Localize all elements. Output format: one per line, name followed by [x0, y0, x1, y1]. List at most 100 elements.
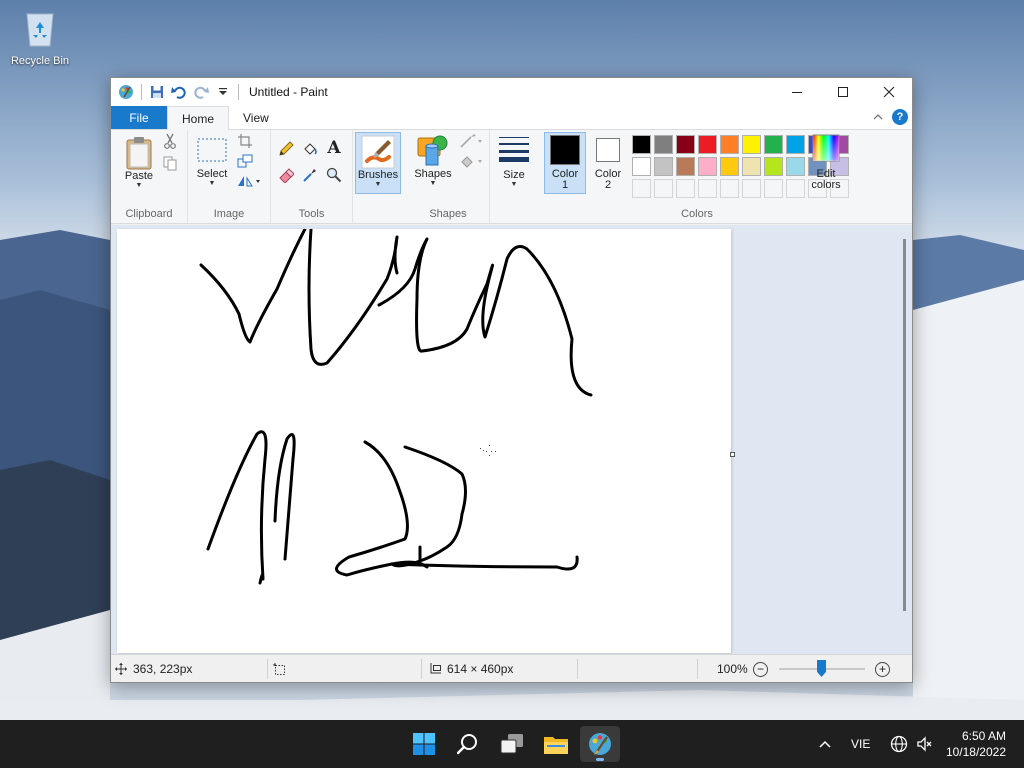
custom-color-slot[interactable]: [632, 179, 651, 198]
file-explorer-button[interactable]: [536, 726, 576, 762]
shapes-button[interactable]: Shapes ▼: [411, 134, 455, 188]
color2-button[interactable]: Color 2: [588, 134, 628, 191]
help-button[interactable]: ?: [892, 109, 908, 125]
custom-color-slot[interactable]: [764, 179, 783, 198]
vertical-scrollbar[interactable]: [903, 239, 906, 611]
start-button[interactable]: [404, 726, 444, 762]
custom-color-slot[interactable]: [676, 179, 695, 198]
image-size: 614 × 460px: [429, 655, 513, 683]
zoom-slider-thumb[interactable]: [817, 660, 826, 677]
group-tools: A Tools: [271, 130, 353, 223]
cut-icon[interactable]: [161, 132, 179, 150]
group-image: Select ▼ Image: [188, 130, 271, 223]
color-swatch[interactable]: [720, 157, 739, 176]
color-swatch[interactable]: [632, 157, 651, 176]
color-swatch[interactable]: [764, 157, 783, 176]
eraser-icon[interactable]: [277, 166, 295, 184]
color-swatch[interactable]: [698, 135, 717, 154]
zoom-out-button[interactable]: −: [753, 655, 768, 683]
custom-color-slot[interactable]: [720, 179, 739, 198]
zoom-in-button[interactable]: +: [875, 655, 890, 683]
status-divider: [267, 659, 268, 679]
color-swatch[interactable]: [786, 157, 805, 176]
text-tool-icon[interactable]: A: [325, 138, 343, 158]
redo-icon[interactable]: [192, 83, 210, 101]
magnifier-icon[interactable]: [325, 166, 343, 184]
recycle-bin-shortcut[interactable]: Recycle Bin: [8, 8, 72, 67]
custom-color-slot[interactable]: [742, 179, 761, 198]
resize-icon[interactable]: [236, 152, 254, 170]
cursor-position: 363, 223px: [115, 655, 192, 683]
tools-group-label: Tools: [298, 208, 325, 220]
selection-size: [273, 655, 285, 683]
size-button[interactable]: Size ▼: [496, 134, 532, 189]
volume-muted-icon[interactable]: [916, 720, 934, 768]
custom-color-slot[interactable]: [786, 179, 805, 198]
color-swatch[interactable]: [632, 135, 651, 154]
canvas-resize-handle[interactable]: [730, 452, 735, 457]
undo-icon[interactable]: [170, 83, 188, 101]
save-icon[interactable]: [148, 83, 166, 101]
paint-app-icon[interactable]: [117, 83, 135, 101]
windows-logo-icon: [413, 733, 435, 755]
customize-qat-chevron-down-icon[interactable]: [214, 83, 232, 101]
select-button[interactable]: Select ▼: [194, 136, 230, 188]
tab-home[interactable]: Home: [167, 106, 230, 130]
size-chevron-down-icon: ▼: [510, 181, 518, 188]
minimize-button[interactable]: [774, 78, 820, 106]
maximize-button[interactable]: [820, 78, 866, 106]
image-size-icon: [430, 663, 441, 674]
clock-time: 6:50 AM: [961, 729, 1006, 743]
rotate-icon[interactable]: [236, 172, 262, 190]
move-cursor-icon: [115, 663, 127, 675]
close-button[interactable]: [866, 78, 912, 106]
color-swatch[interactable]: [698, 157, 717, 176]
fill-bucket-icon[interactable]: [301, 140, 319, 158]
search-button[interactable]: [448, 726, 488, 762]
color-swatch[interactable]: [654, 157, 673, 176]
chevron-up-icon: [819, 740, 831, 748]
color-swatch[interactable]: [764, 135, 783, 154]
color2-swatch: [596, 138, 620, 162]
paint-taskbar-button[interactable]: [580, 726, 620, 762]
title-bar[interactable]: Untitled - Paint: [111, 78, 912, 106]
crop-icon[interactable]: [236, 132, 254, 150]
color-swatch[interactable]: [742, 135, 761, 154]
edit-colors-button[interactable]: Edit colors: [804, 134, 848, 191]
outline-icon[interactable]: [459, 132, 483, 150]
color-swatch[interactable]: [676, 157, 695, 176]
custom-color-slot[interactable]: [654, 179, 673, 198]
color-swatch[interactable]: [676, 135, 695, 154]
select-label: Select: [196, 168, 228, 180]
custom-color-slot[interactable]: [698, 179, 717, 198]
system-clock[interactable]: 6:50 AM 10/18/2022: [946, 728, 1006, 760]
show-hidden-icons-button[interactable]: [818, 720, 832, 768]
brushes-button[interactable]: Brushes ▼: [355, 132, 401, 194]
color-swatch[interactable]: [786, 135, 805, 154]
collapse-ribbon-chevron-up-icon[interactable]: [872, 111, 884, 123]
color-swatch[interactable]: [720, 135, 739, 154]
tab-file[interactable]: File: [111, 106, 167, 129]
fill-icon[interactable]: [459, 152, 483, 170]
group-clipboard: Paste ▼ Clipboard: [111, 130, 188, 223]
color-swatch[interactable]: [742, 157, 761, 176]
paste-label: Paste: [124, 170, 154, 182]
group-shapes: Shapes ▼ Shapes: [407, 130, 490, 223]
color-swatch[interactable]: [654, 135, 673, 154]
copy-icon[interactable]: [161, 154, 179, 172]
color1-button[interactable]: Color 1: [544, 132, 586, 194]
group-size: Size ▼: [490, 130, 542, 223]
drawing-canvas[interactable]: [117, 227, 731, 653]
color-picker-icon[interactable]: [301, 166, 319, 184]
tab-view[interactable]: View: [229, 106, 283, 129]
pencil-icon[interactable]: [277, 140, 295, 158]
group-brushes: Brushes ▼: [353, 130, 407, 223]
color2-number: 2: [604, 179, 612, 191]
shapes-label: Shapes: [414, 168, 452, 180]
paste-button[interactable]: Paste ▼: [119, 136, 159, 190]
network-icon[interactable]: [890, 720, 908, 768]
paint-window: Untitled - Paint File Home View ? Paste …: [110, 77, 913, 683]
input-language[interactable]: VIE: [851, 720, 870, 768]
canvas-workspace: [111, 225, 912, 656]
task-view-button[interactable]: [492, 726, 532, 762]
